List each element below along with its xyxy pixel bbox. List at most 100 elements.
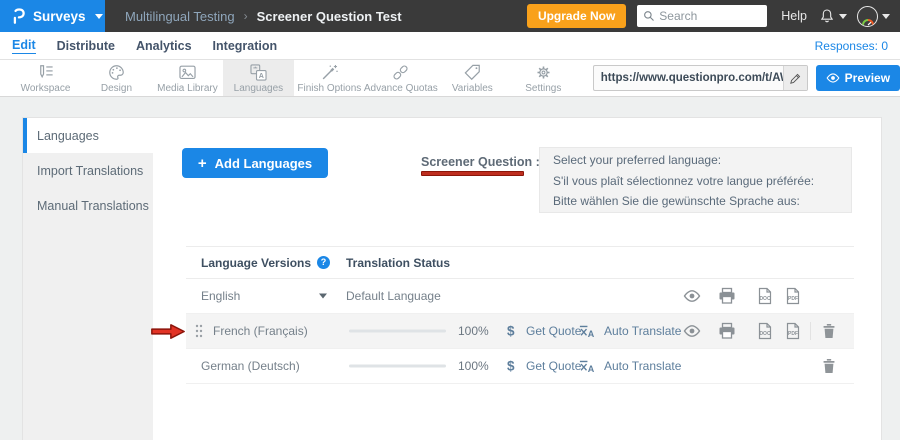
workspace-icon (36, 63, 55, 82)
chevron-down-icon (839, 14, 847, 19)
translate-icon[interactable] (578, 358, 595, 375)
add-languages-button[interactable]: + Add Languages (182, 148, 328, 178)
pdf-file-icon[interactable] (784, 322, 802, 340)
topbar-right-cluster: Upgrade Now Help (527, 4, 900, 28)
survey-url-value[interactable]: https://www.questionpro.com/t/AW22Zd50 (594, 72, 783, 84)
media-image-icon (178, 63, 197, 82)
responses-count[interactable]: Responses: 0 (815, 39, 888, 53)
language-name: French (Français) (213, 324, 308, 338)
trash-icon[interactable] (820, 357, 838, 375)
global-search[interactable] (637, 5, 767, 27)
gauge-avatar-icon (861, 16, 875, 26)
auto-translate-link[interactable]: Auto Translate (604, 359, 681, 373)
breadcrumb-separator-icon: › (244, 9, 248, 23)
breadcrumb-parent[interactable]: Multilingual Testing (125, 9, 235, 24)
table-row-english: English Default Language (186, 279, 854, 314)
breadcrumb-current: Screener Question Test (257, 9, 402, 24)
toolbar-item-variables[interactable]: Variables (437, 60, 508, 96)
language-versions-table: Language Versions ? Translation Status E… (186, 246, 854, 384)
toolbar-item-settings[interactable]: Settings (508, 60, 579, 96)
view-eye-icon[interactable] (683, 287, 701, 305)
avatar (857, 6, 878, 27)
magic-wand-icon (320, 63, 339, 82)
trash-icon[interactable] (820, 322, 838, 340)
tab-edit[interactable]: Edit (12, 38, 36, 54)
action-divider (810, 322, 811, 340)
progress-percent: 100% (458, 359, 489, 373)
screener-question-label: Screener Question : (421, 155, 540, 169)
doc-file-icon[interactable] (756, 287, 774, 305)
screener-line-english: Select your preferred language: (553, 150, 838, 171)
tab-integration[interactable]: Integration (213, 39, 278, 53)
view-eye-icon[interactable] (683, 322, 701, 340)
surveys-product-menu[interactable]: Surveys (0, 0, 105, 32)
table-row-german: German (Deutsch) 100% $ Get Quote Auto T… (186, 349, 854, 384)
bell-icon (819, 8, 835, 24)
page-body: Languages Import Translations Manual Tra… (0, 97, 900, 440)
content-card: Languages Import Translations Manual Tra… (22, 117, 882, 440)
questionpro-logo-icon (11, 7, 26, 25)
breadcrumb: Multilingual Testing › Screener Question… (125, 9, 402, 24)
toolbar-item-workspace[interactable]: Workspace (10, 60, 81, 96)
toolbar-item-finish-options[interactable]: Finish Options (294, 60, 365, 96)
get-quote-link[interactable]: Get Quote (526, 324, 581, 338)
toolbar-item-media-library[interactable]: Media Library (152, 60, 223, 96)
sidebar-item-manual-translations[interactable]: Manual Translations (23, 188, 153, 223)
tab-distribute[interactable]: Distribute (57, 39, 115, 53)
drag-handle-icon[interactable] (194, 323, 204, 339)
annotation-arrow (149, 322, 187, 341)
search-input[interactable] (659, 9, 761, 23)
edit-toolbar: Workspace Design Media Library Languages… (0, 60, 900, 97)
language-select-value[interactable]: English (201, 289, 240, 303)
tab-analytics[interactable]: Analytics (136, 39, 192, 53)
progress-bar (349, 365, 446, 368)
product-menu-label: Surveys (33, 9, 86, 24)
survey-nav-tabs: Edit Distribute Analytics Integration Re… (0, 32, 900, 60)
auto-translate-link[interactable]: Auto Translate (604, 324, 681, 338)
dollar-icon[interactable]: $ (507, 359, 515, 374)
translate-icon[interactable] (578, 323, 595, 340)
print-icon[interactable] (718, 322, 736, 340)
progress-percent: 100% (458, 324, 489, 338)
screener-line-french: S'il vous plaît sélectionnez votre langu… (553, 171, 838, 192)
toolbar-item-languages[interactable]: Languages (223, 60, 294, 96)
account-menu[interactable] (857, 6, 890, 27)
annotation-red-underline (421, 171, 524, 176)
languages-panel: + Add Languages Screener Question : Sele… (153, 118, 881, 440)
progress-bar (349, 330, 446, 333)
toolbar-item-advance-quotas[interactable]: Advance Quotas (365, 60, 437, 96)
dollar-icon[interactable]: $ (507, 324, 515, 339)
doc-file-icon[interactable] (756, 322, 774, 340)
upgrade-now-button[interactable]: Upgrade Now (527, 4, 626, 28)
plus-icon: + (198, 155, 207, 172)
tag-icon (463, 63, 482, 82)
get-quote-link[interactable]: Get Quote (526, 359, 581, 373)
default-language-text: Default Language (346, 289, 441, 303)
screener-question-box: Select your preferred language: S'il vou… (539, 147, 852, 213)
preview-button[interactable]: Preview (816, 65, 900, 91)
pdf-file-icon[interactable] (784, 287, 802, 305)
help-link[interactable]: Help (781, 9, 807, 23)
chevron-down-icon[interactable] (319, 294, 327, 299)
print-icon[interactable] (718, 287, 736, 305)
eye-icon (826, 71, 840, 85)
table-header-row: Language Versions ? Translation Status (186, 246, 854, 279)
sidebar-item-import-translations[interactable]: Import Translations (23, 153, 153, 188)
languages-icon (249, 63, 268, 82)
table-row-french: French (Français) 100% $ Get Quote Auto … (186, 314, 854, 349)
sidebar: Languages Import Translations Manual Tra… (23, 118, 153, 440)
app-window: Surveys Multilingual Testing › Screener … (0, 0, 900, 440)
screener-line-german: Bitte wählen Sie die gewünschte Sprache … (553, 191, 838, 212)
chain-link-icon (391, 63, 410, 82)
language-versions-header: Language Versions ? (201, 256, 330, 270)
search-icon (643, 10, 655, 22)
edit-url-button[interactable] (783, 66, 807, 90)
pencil-icon (789, 72, 802, 85)
help-question-icon[interactable]: ? (317, 256, 330, 269)
toolbar-item-design[interactable]: Design (81, 60, 152, 96)
topbar: Surveys Multilingual Testing › Screener … (0, 0, 900, 32)
notifications-menu[interactable] (819, 8, 847, 24)
sidebar-item-languages[interactable]: Languages (23, 118, 153, 153)
chevron-down-icon (95, 14, 103, 19)
translation-status-header: Translation Status (346, 256, 450, 270)
